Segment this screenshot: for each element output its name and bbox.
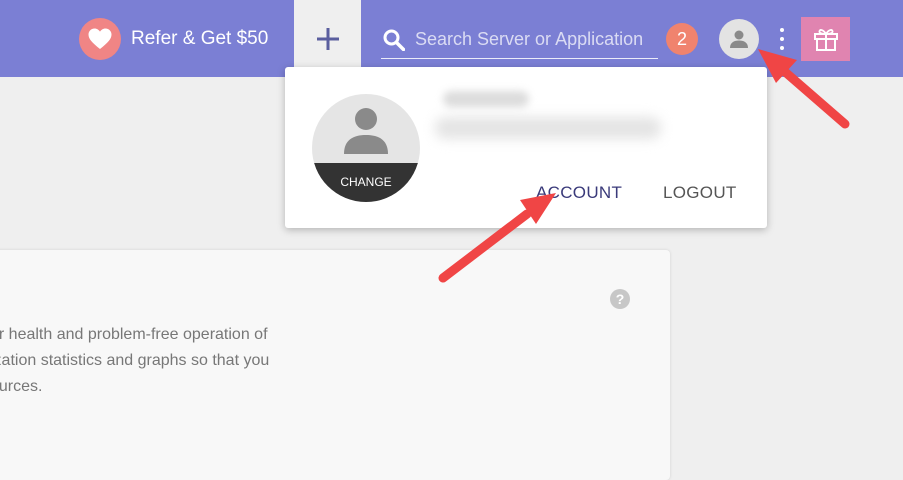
card-text-line: er health and problem-free operation of — [0, 326, 268, 343]
user-icon — [730, 30, 748, 48]
plus-icon — [316, 27, 339, 50]
card-text-line: ources. — [0, 378, 43, 395]
refer-label: Refer & Get $50 — [131, 28, 269, 49]
kebab-menu-icon[interactable] — [777, 28, 787, 50]
card-text-line: ization statistics and graphs so that yo… — [0, 352, 270, 369]
gift-icon — [813, 29, 838, 51]
search-bar — [381, 22, 658, 59]
search-icon — [383, 29, 405, 51]
search-input[interactable] — [415, 24, 655, 54]
logout-link[interactable]: LOGOUT — [663, 183, 737, 203]
profile-picture[interactable]: CHANGE — [312, 94, 420, 202]
account-dropdown: CHANGE ACCOUNT LOGOUT — [285, 67, 767, 228]
user-icon — [344, 108, 388, 154]
help-icon[interactable]: ? — [610, 289, 630, 309]
blurred-user-name — [443, 91, 529, 107]
account-link[interactable]: ACCOUNT — [536, 183, 622, 203]
add-button[interactable] — [294, 0, 361, 77]
refer-button[interactable]: Refer & Get $50 — [79, 18, 268, 60]
blurred-user-email — [435, 117, 661, 139]
change-photo-button[interactable]: CHANGE — [312, 163, 420, 202]
card-description: er health and problem-free operation of … — [0, 322, 330, 400]
user-avatar-button[interactable] — [719, 19, 759, 59]
notification-badge[interactable]: 2 — [666, 23, 698, 55]
heart-icon — [79, 18, 121, 60]
content-card: ? er health and problem-free operation o… — [0, 250, 670, 480]
top-navigation-bar: Refer & Get $50 2 — [0, 0, 903, 77]
gift-button[interactable] — [801, 17, 850, 61]
